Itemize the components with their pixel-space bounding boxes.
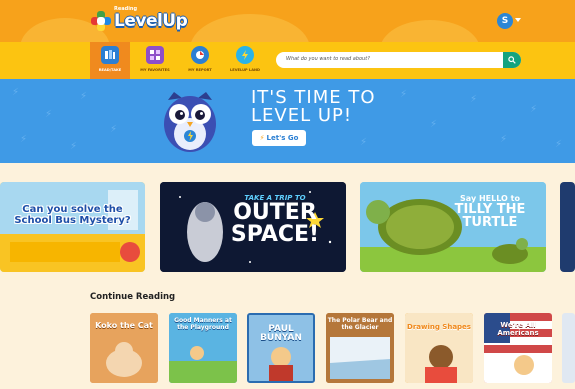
top-header xyxy=(0,0,575,42)
book-title: Drawing Shapes xyxy=(407,323,471,331)
carousel-card[interactable]: Say HELLO to TILLY THE TURTLE xyxy=(360,182,546,272)
logo-text: LevelUp xyxy=(114,11,188,31)
search-button[interactable] xyxy=(503,52,521,68)
book-title: The Polar Bear and the Glacier xyxy=(327,317,393,331)
lets-go-label: Let's Go xyxy=(266,134,299,142)
report-icon xyxy=(191,46,209,64)
nav-item-levelup-land[interactable]: LEVELUP LAND xyxy=(225,42,265,79)
book-cover[interactable]: We're All Americans xyxy=(484,313,552,383)
lightning-icon: ⚡ xyxy=(259,134,265,142)
book-cover[interactable]: Good Manners at the Playground xyxy=(169,313,237,383)
continue-reading-title: Continue Reading xyxy=(90,292,176,302)
owl-mascot-icon xyxy=(164,92,216,152)
school-bus-image xyxy=(0,182,145,272)
hero-title: IT'S TIME TO LEVEL UP! xyxy=(251,89,376,125)
book-cover[interactable]: Drawing Shapes xyxy=(405,313,473,383)
book-title: Good Manners at the Playground xyxy=(174,317,232,331)
lightning-icon xyxy=(236,46,254,64)
search-icon xyxy=(508,56,516,64)
favorites-icon xyxy=(146,46,164,64)
levelup-logo[interactable]: Reading LevelUp xyxy=(91,6,188,32)
card-title-line1: OUTER xyxy=(233,200,317,225)
search-input[interactable]: What do you want to read about? xyxy=(276,52,521,68)
nav-item-favorites[interactable]: MY FAVORITES xyxy=(135,42,175,79)
card-title-line2: SPACE! xyxy=(230,222,320,247)
nav-label: LEVELUP LAND xyxy=(229,68,260,72)
book-cover[interactable]: Koko the Cat xyxy=(90,313,158,383)
hero-title-line2: LEVEL UP! xyxy=(251,105,353,126)
book-cover[interactable]: The Polar Bear and the Glacier xyxy=(326,313,394,383)
book-title: We're All Americans xyxy=(497,321,539,337)
lets-go-button[interactable]: ⚡ Let's Go xyxy=(252,130,306,146)
book-title: Koko the Cat xyxy=(95,321,153,330)
carousel-card[interactable]: Can you solve the School Bus Mystery? xyxy=(0,182,145,272)
card-title-line2: TURTLE xyxy=(462,215,518,230)
header-cloud xyxy=(380,20,480,42)
book-cover[interactable]: PAUL BUNYAN xyxy=(247,313,315,383)
logo-mark-icon xyxy=(91,11,111,31)
book-title: PAUL BUNYAN xyxy=(260,324,302,343)
header-cloud xyxy=(190,14,310,42)
user-avatar[interactable]: S xyxy=(497,13,513,29)
nav-label: MY REPORT xyxy=(188,68,212,72)
book-cover[interactable] xyxy=(562,313,575,383)
chevron-down-icon[interactable] xyxy=(515,18,521,22)
search-placeholder: What do you want to read about? xyxy=(286,56,370,62)
nav-label: READ/TAKE xyxy=(98,68,122,72)
nav-item-read[interactable]: READ/TAKE xyxy=(90,42,130,79)
books-icon xyxy=(101,46,119,64)
nav-item-report[interactable]: MY REPORT xyxy=(180,42,220,79)
logo-small-text: Reading xyxy=(114,6,138,12)
card-title-line2: School Bus Mystery? xyxy=(14,215,131,226)
carousel-card[interactable]: TAKE A TRIP TO OUTER SPACE! xyxy=(160,182,346,272)
card-title-line1: Can you solve the xyxy=(22,204,123,215)
nav-label: MY FAVORITES xyxy=(140,68,170,72)
carousel-card[interactable] xyxy=(560,182,575,272)
